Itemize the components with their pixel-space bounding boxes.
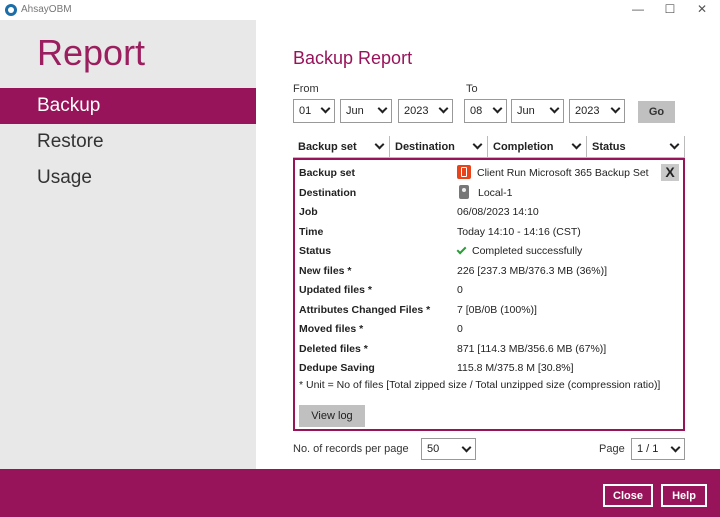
app-title: AhsayOBM bbox=[21, 4, 72, 15]
detail-key: Destination bbox=[299, 187, 357, 199]
page-title: Backup Report bbox=[293, 48, 413, 68]
check-icon bbox=[456, 244, 467, 255]
sidebar-item-usage[interactable]: Usage bbox=[0, 160, 256, 196]
backup-detail-panel: X Backup set Client Run Microsoft 365 Ba… bbox=[293, 158, 685, 431]
column-header-label: Backup set bbox=[298, 141, 357, 153]
page-value: 1 / 1 bbox=[637, 443, 659, 455]
chevron-down-icon bbox=[549, 103, 560, 114]
detail-value: 0 bbox=[457, 284, 463, 296]
detail-value: Local-1 bbox=[457, 184, 512, 202]
sidebar-item-restore[interactable]: Restore bbox=[0, 124, 256, 160]
from-month-select[interactable]: Jun bbox=[340, 99, 392, 123]
detail-key: Time bbox=[299, 226, 324, 238]
column-header-backup-set[interactable]: Backup set bbox=[293, 136, 390, 158]
main-panel: Backup Report From To 01 Jun 2023 08 Jun… bbox=[256, 20, 720, 469]
sidebar-title: Report bbox=[37, 32, 146, 73]
records-per-page-select[interactable]: 50 bbox=[421, 438, 476, 460]
detail-value: 226 [237.3 MB/376.3 MB (36%)] bbox=[457, 265, 607, 277]
column-header-label: Destination bbox=[395, 141, 455, 153]
maximize-button[interactable]: ☐ bbox=[654, 0, 686, 20]
detail-value: 06/08/2023 14:10 bbox=[457, 206, 539, 218]
backup-set-name: Client Run Microsoft 365 Backup Set bbox=[477, 167, 649, 179]
status-text: Completed successfully bbox=[472, 245, 583, 257]
detail-value: 871 [114.3 MB/356.6 MB (67%)] bbox=[457, 343, 607, 355]
detail-key: Updated files * bbox=[299, 284, 372, 296]
chevron-down-icon bbox=[610, 103, 621, 114]
from-year-select[interactable]: 2023 bbox=[398, 99, 453, 123]
page-select[interactable]: 1 / 1 bbox=[631, 438, 685, 460]
to-day-value: 08 bbox=[470, 105, 483, 117]
to-month-select[interactable]: Jun bbox=[511, 99, 564, 123]
chevron-down-icon bbox=[461, 442, 472, 453]
detail-key: Job bbox=[299, 206, 318, 218]
detail-value: 115.8 M/375.8 M [30.8%] bbox=[457, 362, 574, 374]
detail-key: Status bbox=[299, 245, 332, 257]
column-header-status[interactable]: Status bbox=[587, 136, 685, 158]
detail-key: Deleted files * bbox=[299, 343, 368, 355]
from-label: From bbox=[293, 83, 319, 95]
detail-key: Attributes Changed Files * bbox=[299, 304, 431, 316]
chevron-down-icon bbox=[438, 103, 449, 114]
local-drive-icon bbox=[459, 185, 469, 199]
office365-icon bbox=[457, 165, 471, 179]
detail-key: New files * bbox=[299, 265, 352, 277]
detail-key: Backup set bbox=[299, 167, 356, 179]
go-button[interactable]: Go bbox=[638, 101, 675, 123]
to-month-value: Jun bbox=[517, 105, 535, 117]
chevron-down-icon bbox=[571, 139, 582, 150]
detail-value: Today 14:10 - 14:16 (CST) bbox=[457, 226, 581, 238]
to-day-select[interactable]: 08 bbox=[464, 99, 507, 123]
app-logo-icon bbox=[5, 4, 17, 16]
from-day-select[interactable]: 01 bbox=[293, 99, 335, 123]
detail-value: 7 [0B/0B (100%)] bbox=[457, 304, 537, 316]
chevron-down-icon bbox=[320, 103, 331, 114]
detail-value: Completed successfully bbox=[456, 242, 583, 260]
destination-name: Local-1 bbox=[478, 187, 513, 199]
detail-value: Client Run Microsoft 365 Backup Set bbox=[457, 164, 649, 182]
chevron-down-icon bbox=[670, 442, 681, 453]
chevron-down-icon bbox=[472, 139, 483, 150]
view-log-button[interactable]: View log bbox=[299, 405, 365, 427]
close-window-button[interactable]: ✕ bbox=[686, 0, 718, 20]
unit-note: * Unit = No of files [Total zipped size … bbox=[299, 379, 661, 391]
help-button[interactable]: Help bbox=[661, 484, 707, 507]
page-label: Page bbox=[599, 443, 625, 455]
sidebar-item-backup[interactable]: Backup bbox=[0, 88, 256, 124]
footer-bar: Close Help bbox=[0, 469, 720, 517]
detail-key: Moved files * bbox=[299, 323, 364, 335]
records-per-page-label: No. of records per page bbox=[293, 443, 409, 455]
column-header-label: Status bbox=[592, 141, 626, 153]
to-year-select[interactable]: 2023 bbox=[569, 99, 625, 123]
column-header-destination[interactable]: Destination bbox=[390, 136, 488, 158]
sidebar: Report Backup Restore Usage bbox=[0, 20, 256, 469]
records-per-page-value: 50 bbox=[427, 443, 440, 455]
chevron-down-icon bbox=[377, 103, 388, 114]
chevron-down-icon bbox=[492, 103, 503, 114]
from-year-value: 2023 bbox=[404, 105, 429, 117]
minimize-button[interactable]: — bbox=[622, 0, 654, 20]
detail-value: 0 bbox=[457, 323, 463, 335]
title-bar: AhsayOBM — ☐ ✕ bbox=[0, 0, 720, 20]
column-header-label: Completion bbox=[493, 141, 554, 153]
to-year-value: 2023 bbox=[575, 105, 600, 117]
column-header-completion[interactable]: Completion bbox=[488, 136, 587, 158]
from-day-value: 01 bbox=[299, 105, 312, 117]
chevron-down-icon bbox=[669, 139, 680, 150]
chevron-down-icon bbox=[374, 139, 385, 150]
close-detail-button[interactable]: X bbox=[661, 164, 679, 181]
from-month-value: Jun bbox=[346, 105, 364, 117]
close-button[interactable]: Close bbox=[603, 484, 653, 507]
detail-key: Dedupe Saving bbox=[299, 362, 375, 374]
to-label: To bbox=[466, 83, 478, 95]
